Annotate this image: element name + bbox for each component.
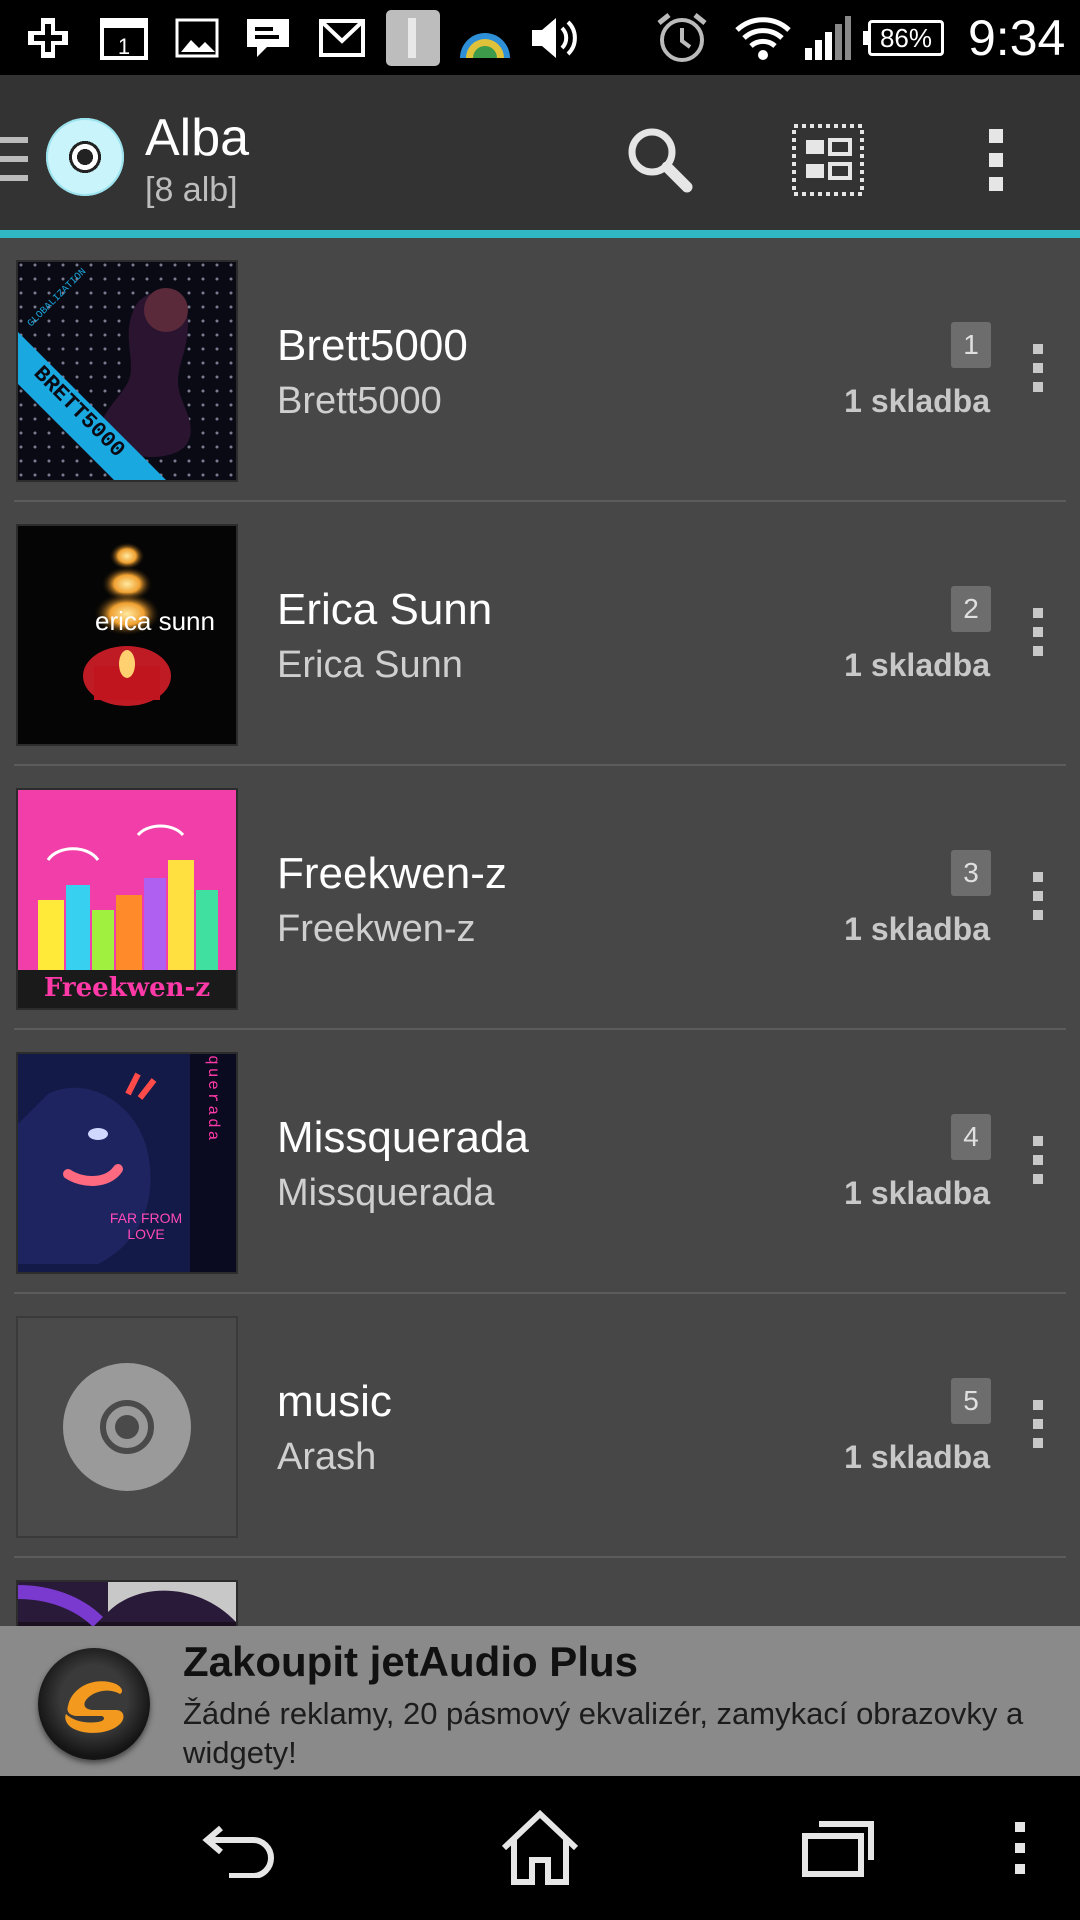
view-mode-button[interactable] <box>783 115 873 205</box>
message-icon <box>245 10 291 66</box>
album-artist: Arash <box>277 1436 377 1478</box>
search-icon <box>628 128 693 193</box>
track-count: 1 skladba <box>844 383 990 419</box>
album-title: music <box>277 1377 392 1426</box>
navigation-bar <box>0 1776 1080 1920</box>
album-artist: Freekwen-z <box>277 908 476 950</box>
action-bar-accent-line <box>0 230 1080 238</box>
album-number-badge: 4 <box>951 1114 991 1160</box>
album-title: Freekwen-z <box>277 849 507 898</box>
overflow-menu-button[interactable] <box>951 115 1041 205</box>
album-title: Brett5000 <box>277 321 468 370</box>
album-number-badge: 2 <box>951 586 991 632</box>
plus-notification-icon <box>28 10 68 66</box>
album-art-placeholder <box>16 1316 238 1538</box>
album-number-badge: 1 <box>951 322 991 368</box>
album-row[interactable]: missquerada FAR FROM LOVE Missquerada Mi… <box>0 1030 1080 1294</box>
album-count: [8 alb] <box>145 171 238 209</box>
track-count: 1 skladba <box>844 1175 990 1211</box>
album-row[interactable]: music Arash 5 1 skladba <box>0 1294 1080 1558</box>
album-list: BRETT5000 GLOBALIZATION Brett5000 Brett5… <box>0 238 1080 1626</box>
album-art-text: Freekwen-z <box>44 973 210 1003</box>
album-art-text: erica sunn <box>95 606 215 636</box>
album-title: Missquerada <box>277 1113 529 1162</box>
recent-apps-icon <box>802 1821 874 1877</box>
volume-icon <box>530 10 580 66</box>
album-number-badge: 3 <box>951 850 991 896</box>
home-icon <box>501 1809 579 1885</box>
album-art: Freekwen-z <box>16 788 238 1010</box>
image-icon <box>175 10 219 66</box>
row-more-icon[interactable] <box>1020 344 1056 404</box>
track-count: 1 skladba <box>844 647 990 683</box>
home-button[interactable] <box>485 1798 595 1898</box>
album-art: BRETT5000 GLOBALIZATION <box>16 260 238 482</box>
row-more-icon[interactable] <box>1020 1400 1056 1460</box>
svg-text:1: 1 <box>118 34 130 59</box>
signal-icon <box>803 10 851 66</box>
row-more-icon[interactable] <box>1020 608 1056 668</box>
back-button[interactable] <box>186 1798 296 1898</box>
album-art: erica sunn <box>16 524 238 746</box>
back-icon <box>202 1825 274 1878</box>
album-artist: Brett5000 <box>277 380 442 422</box>
album-number-badge: 5 <box>951 1378 991 1424</box>
album-artist: Missquerada <box>277 1172 495 1214</box>
album-art: missquerada FAR FROM LOVE <box>16 1052 238 1274</box>
status-bar: 1 86% 9:34 <box>0 0 1080 75</box>
jetaudio-logo-icon <box>38 1648 150 1760</box>
album-row[interactable] <box>0 1558 1080 1626</box>
album-art-text: missquerada <box>204 1054 222 1143</box>
promo-title: Zakoupit jetAudio Plus <box>183 1638 639 1685</box>
album-row[interactable]: BRETT5000 GLOBALIZATION Brett5000 Brett5… <box>0 238 1080 502</box>
view-mode-icon <box>792 124 864 196</box>
album-row[interactable]: Freekwen-z Freekwen-z Freekwen-z 3 1 skl… <box>0 766 1080 1030</box>
battery-indicator: 86% <box>863 20 944 56</box>
recent-apps-button[interactable] <box>784 1798 894 1898</box>
disc-icon <box>63 1363 191 1491</box>
more-vertical-icon <box>989 129 1003 191</box>
album-artist: Erica Sunn <box>277 644 463 686</box>
album-title: Erica Sunn <box>277 585 493 634</box>
promo-text: Žádné reklamy, 20 pásmový ekvalizér, zam… <box>183 1696 1024 1770</box>
row-more-icon[interactable] <box>1020 1136 1056 1196</box>
track-count: 1 skladba <box>844 911 990 947</box>
album-art <box>16 1580 238 1626</box>
page-title: Alba <box>145 109 250 167</box>
mail-icon <box>318 10 366 66</box>
app-disc-icon[interactable] <box>46 118 124 196</box>
track-count: 1 skladba <box>844 1439 990 1475</box>
search-button[interactable] <box>615 115 705 205</box>
row-more-icon[interactable] <box>1020 872 1056 932</box>
promo-banner[interactable]: Zakoupit jetAudio Plus Žádné reklamy, 20… <box>0 1626 1080 1776</box>
more-vertical-icon <box>1015 1822 1025 1874</box>
globe-icon <box>458 10 512 66</box>
calendar-icon: 1 <box>100 10 148 66</box>
clock: 9:34 <box>968 10 1066 66</box>
album-row[interactable]: erica sunn Erica Sunn Erica Sunn 2 1 skl… <box>0 502 1080 766</box>
wifi-icon <box>735 10 791 66</box>
menu-button[interactable] <box>966 1798 1076 1898</box>
drawer-menu-icon[interactable] <box>0 137 30 181</box>
album-art-caption: FAR FROM LOVE <box>109 1210 183 1242</box>
alarm-icon <box>655 10 709 66</box>
app-notification-icon <box>386 10 440 66</box>
